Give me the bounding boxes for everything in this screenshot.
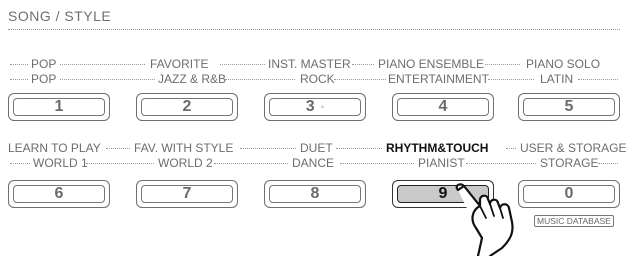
label-favorite: FAVORITE [150, 57, 209, 71]
label-jazz-rb: JAZZ & R&B [158, 72, 227, 86]
number-key-8[interactable]: 8 [264, 180, 366, 208]
pointing-hand-icon [455, 183, 514, 256]
number-key-3[interactable]: 3 ◦ [264, 93, 366, 121]
label-pop-top: POP [31, 57, 57, 71]
key-1-label: 1 [54, 98, 64, 115]
number-key-7[interactable]: 7 [136, 180, 238, 208]
key-0-label: 0 [564, 185, 574, 202]
label-duet: DUET [300, 141, 333, 155]
label-storage: STORAGE [540, 156, 599, 170]
number-key-2[interactable]: 2 [136, 93, 238, 121]
key-8-label: 8 [310, 185, 320, 202]
key-4-label: 4 [438, 98, 448, 115]
label-latin: LATIN [540, 72, 574, 86]
key-6-label: 6 [54, 185, 64, 202]
title-divider [8, 29, 620, 30]
label-entertainment: ENTERTAINMENT [388, 72, 489, 86]
number-key-5[interactable]: 5 [518, 93, 620, 121]
row2-top-labels: LEARN TO PLAY FAV. WITH STYLE DUET RHYTH… [0, 140, 627, 156]
label-pianist: PIANIST [418, 156, 465, 170]
label-learn-to-play: LEARN TO PLAY [8, 141, 101, 155]
label-rhythm-touch: RHYTHM&TOUCH [386, 141, 489, 155]
label-piano-ensemble: PIANO ENSEMBLE [378, 57, 485, 71]
music-database-badge: MUSIC DATABASE [534, 215, 614, 227]
label-world-1: WORLD 1 [33, 156, 88, 170]
label-dance: DANCE [292, 156, 335, 170]
label-world-2: WORLD 2 [158, 156, 213, 170]
number-key-4[interactable]: 4 [392, 93, 494, 121]
row2-bottom-labels: WORLD 1 WORLD 2 DANCE PIANIST STORAGE [0, 155, 627, 171]
key-2-label: 2 [182, 98, 192, 115]
label-user-storage: USER & STORAGE [520, 141, 627, 155]
number-key-1[interactable]: 1 [8, 93, 110, 121]
key-7-label: 7 [182, 185, 192, 202]
panel-title: SONG / STYLE [8, 8, 112, 24]
label-inst-master: INST. MASTER [268, 57, 351, 71]
label-fav-with-style: FAV. WITH STYLE [134, 141, 234, 155]
number-key-6[interactable]: 6 [8, 180, 110, 208]
key-3-label: 3 [305, 98, 315, 115]
label-rock: ROCK [300, 72, 335, 86]
label-pop-bottom: POP [31, 72, 57, 86]
label-piano-solo: PIANO SOLO [526, 57, 601, 71]
row1-top-labels: POP FAVORITE INST. MASTER PIANO ENSEMBLE… [0, 56, 627, 72]
key-5-label: 5 [564, 98, 574, 115]
row1-bottom-labels: POP JAZZ & R&B ROCK ENTERTAINMENT LATIN [0, 71, 627, 87]
key-3-indicator: ◦ [320, 101, 325, 113]
